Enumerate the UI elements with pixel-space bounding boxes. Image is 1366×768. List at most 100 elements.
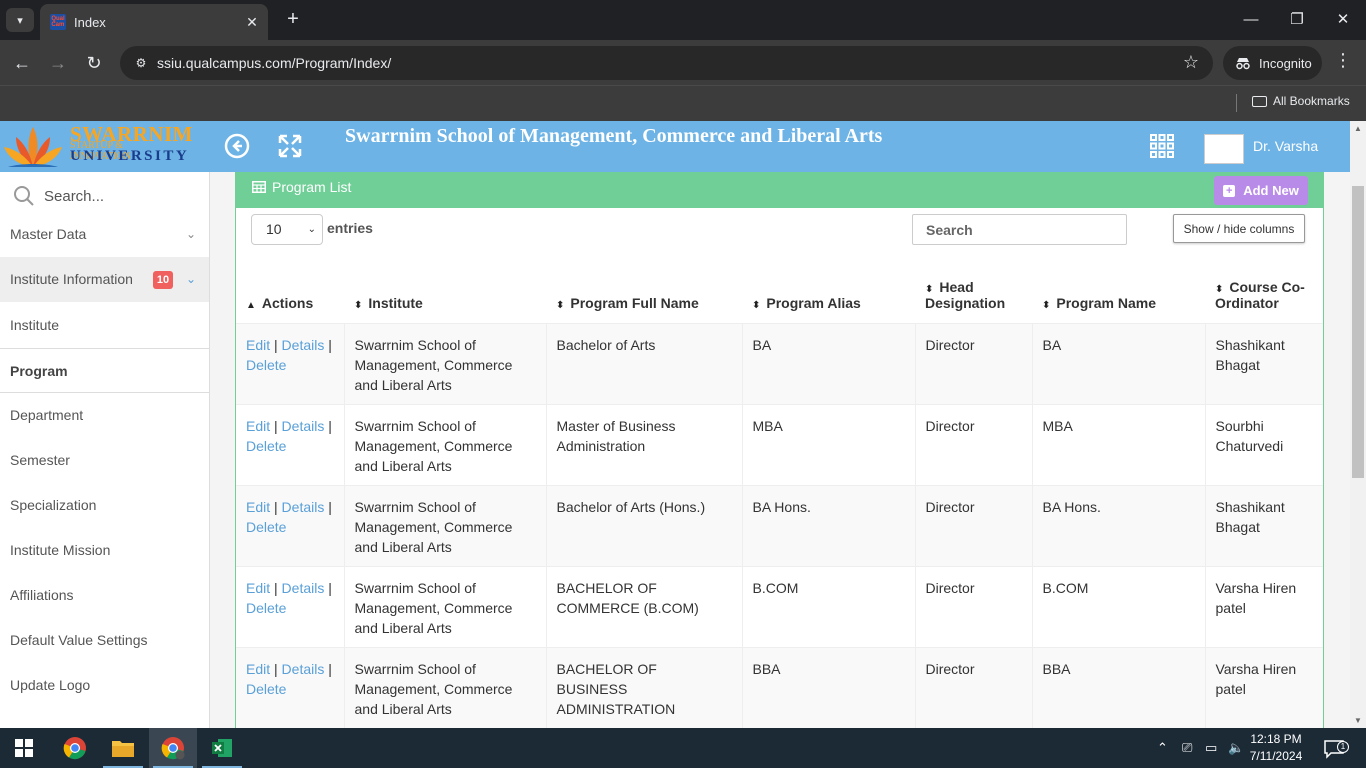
- close-window-button[interactable]: ✕: [1320, 0, 1366, 40]
- column-header-institute[interactable]: ⬍ Institute: [344, 259, 546, 324]
- start-button[interactable]: [0, 728, 48, 768]
- bookmark-star-icon[interactable]: ☆: [1183, 52, 1199, 73]
- address-bar[interactable]: ⚙ ssiu.qualcampus.com/Program/Index/ ☆: [120, 46, 1213, 80]
- edit-link[interactable]: Edit: [246, 661, 270, 677]
- sidebar-item-institute[interactable]: Institute: [0, 303, 209, 348]
- delete-link[interactable]: Delete: [246, 600, 286, 616]
- program-full-name-cell: BACHELOR OF BUSINESS ADMINISTRATION: [545, 647, 742, 728]
- details-link[interactable]: Details: [282, 661, 325, 677]
- program-alias-cell: BA Hons.: [741, 485, 915, 567]
- tab-close-icon[interactable]: ✕: [242, 14, 262, 31]
- notification-icon[interactable]: 1: [1323, 728, 1349, 768]
- incognito-indicator[interactable]: Incognito: [1223, 46, 1322, 80]
- sidebar-item-update-logo[interactable]: Update Logo: [0, 663, 209, 708]
- taskbar-file-explorer[interactable]: [99, 728, 147, 768]
- fullscreen-icon[interactable]: [277, 133, 303, 159]
- clock-date: 7/11/2024: [1249, 749, 1303, 763]
- browser-toolbar: ← → ↻ ⚙ ssiu.qualcampus.com/Program/Inde…: [0, 40, 1366, 85]
- column-header-program-full-name[interactable]: ⬍ Program Full Name: [546, 259, 742, 324]
- sidebar-item-institute-mission[interactable]: Institute Mission: [0, 528, 209, 573]
- table-search-input[interactable]: [912, 214, 1127, 245]
- sidebar-item-institute-information[interactable]: Institute Information 10 ⌄: [0, 257, 209, 302]
- sidebar-item-default-value-settings[interactable]: Default Value Settings: [0, 618, 209, 663]
- sidebar-item-label: Specialization: [10, 497, 97, 513]
- actions-cell: Edit | Details | Delete: [236, 647, 344, 728]
- edit-link[interactable]: Edit: [246, 580, 270, 596]
- show-hidden-icons[interactable]: ⌃: [1157, 728, 1168, 768]
- new-tab-button[interactable]: +: [282, 8, 304, 30]
- column-header-program-alias[interactable]: ⬍ Program Alias: [742, 259, 915, 324]
- back-button[interactable]: ←: [9, 50, 35, 76]
- details-link[interactable]: Details: [282, 580, 325, 596]
- scroll-down-icon[interactable]: ▼: [1354, 716, 1362, 725]
- program-alias-cell: BBA: [741, 647, 915, 728]
- tab-title: Index: [74, 14, 106, 30]
- browser-tabbar: ▾ Qual Cam Index ✕ + — ❐ ✕: [0, 0, 1366, 40]
- table-row: Edit | Details | Delete Swarrnim School …: [236, 404, 1323, 486]
- sidebar-item-affiliations[interactable]: Affiliations: [0, 573, 209, 618]
- column-header-actions[interactable]: ▲ Actions: [236, 259, 344, 324]
- taskbar-chrome-incognito[interactable]: [149, 728, 197, 768]
- details-link[interactable]: Details: [282, 499, 325, 515]
- delete-link[interactable]: Delete: [246, 519, 286, 535]
- sidebar-item-label: Department: [10, 407, 84, 423]
- delete-link[interactable]: Delete: [246, 357, 286, 373]
- sidebar-item-master-data[interactable]: Master Data ⌄: [0, 212, 209, 257]
- sidebar-item-label: Default Value Settings: [10, 632, 148, 648]
- column-header-program-name[interactable]: ⬍ Program Name: [1032, 259, 1205, 324]
- browser-menu-icon[interactable]: ⋮: [1334, 50, 1352, 71]
- university-logo[interactable]: SWARRNIM STARTUP & INNOVATION UNIVERSITY: [0, 121, 193, 172]
- page-scrollbar[interactable]: ▲ ▼: [1350, 121, 1366, 728]
- program-name-cell: BBA: [1031, 647, 1205, 728]
- institute-cell: Swarrnim School of Management, Commerce …: [343, 647, 546, 728]
- sidebar-item-semester[interactable]: Semester: [0, 438, 209, 483]
- site-info-icon[interactable]: ⚙: [132, 54, 150, 72]
- browser-tab[interactable]: Qual Cam Index ✕: [40, 4, 268, 40]
- sidebar-search-input[interactable]: [44, 184, 194, 208]
- forward-button[interactable]: →: [45, 50, 71, 76]
- sort-icon: ⬍: [354, 299, 363, 311]
- sort-icon: ⬍: [556, 299, 565, 311]
- scrollbar-thumb[interactable]: [1352, 186, 1364, 478]
- avatar[interactable]: [1204, 134, 1244, 164]
- back-circle-icon[interactable]: [224, 133, 250, 159]
- chevron-down-icon: ⌄: [185, 272, 196, 286]
- details-link[interactable]: Details: [282, 418, 325, 434]
- delete-link[interactable]: Delete: [246, 681, 286, 697]
- sidebar-item-specialization[interactable]: Specialization: [0, 483, 209, 528]
- restore-button[interactable]: ❐: [1274, 0, 1320, 40]
- url-text[interactable]: ssiu.qualcampus.com/Program/Index/: [157, 55, 391, 71]
- column-header-head-designation[interactable]: ⬍ Head Designation: [915, 259, 1032, 324]
- minimize-button[interactable]: —: [1228, 0, 1274, 40]
- edit-link[interactable]: Edit: [246, 337, 270, 353]
- system-clock[interactable]: 12:18 PM 7/11/2024: [1244, 731, 1308, 765]
- column-header-course-coordinator[interactable]: ⬍ Course Co-Ordinator: [1205, 259, 1323, 324]
- apps-grid-icon[interactable]: [1149, 133, 1175, 159]
- tab-search-button[interactable]: ▾: [6, 8, 34, 32]
- edit-link[interactable]: Edit: [246, 418, 270, 434]
- add-new-button[interactable]: + Add New: [1214, 176, 1308, 205]
- panel-title: Program List: [252, 179, 351, 195]
- delete-link[interactable]: Delete: [246, 438, 286, 454]
- coordinator-cell: Shashikant Bhagat: [1204, 485, 1323, 567]
- sidebar-item-program[interactable]: Program: [0, 348, 209, 393]
- all-bookmarks-button[interactable]: All Bookmarks: [1252, 94, 1350, 108]
- edit-link[interactable]: Edit: [246, 499, 270, 515]
- volume-icon[interactable]: 🔈: [1228, 728, 1244, 768]
- institute-cell: Swarrnim School of Management, Commerce …: [343, 404, 546, 486]
- details-link[interactable]: Details: [282, 337, 325, 353]
- actions-cell: Edit | Details | Delete: [236, 566, 344, 648]
- user-name[interactable]: Dr. Varsha: [1253, 138, 1318, 154]
- coordinator-cell: Varsha Hiren patel: [1204, 647, 1323, 728]
- reload-button[interactable]: ↻: [81, 50, 107, 76]
- entries-select[interactable]: 10 ⌄: [251, 214, 323, 245]
- coordinator-cell: Shashikant Bhagat: [1204, 323, 1323, 405]
- network-icon[interactable]: ▭: [1205, 728, 1217, 768]
- count-badge: 10: [153, 271, 173, 289]
- sidebar-item-department[interactable]: Department: [0, 393, 209, 438]
- meet-now-icon[interactable]: ⎚: [1182, 728, 1192, 768]
- show-hide-columns-button[interactable]: Show / hide columns: [1173, 214, 1305, 243]
- taskbar-excel[interactable]: [198, 728, 246, 768]
- scroll-up-icon[interactable]: ▲: [1354, 124, 1362, 133]
- taskbar-chrome[interactable]: [51, 728, 99, 768]
